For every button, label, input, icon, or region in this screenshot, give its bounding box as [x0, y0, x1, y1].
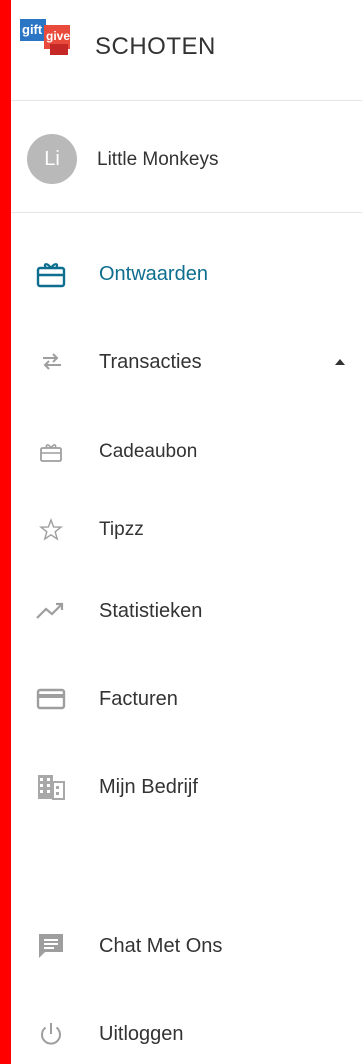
profile-name: Little Monkeys: [97, 149, 219, 170]
sidebar-panel: gift give SCHOTEN Li Little Monkeys Ontw…: [11, 0, 362, 1064]
trending-up-icon: [33, 593, 69, 629]
chevron-up-icon[interactable]: [335, 359, 345, 365]
gift-card-icon: [33, 434, 69, 470]
giftgive-logo[interactable]: gift give: [20, 19, 92, 59]
menu-label-chat: Chat Met Ons: [99, 934, 223, 957]
power-icon: [33, 1016, 69, 1052]
gift-card-icon: [33, 256, 69, 292]
menu-label-statistieken: Statistieken: [99, 599, 203, 622]
logo-text-bottom: give: [46, 29, 70, 43]
header: gift give SCHOTEN: [11, 0, 362, 101]
menu-item-ontwaarden[interactable]: Ontwaarden: [11, 244, 362, 304]
credit-card-icon: [33, 681, 69, 717]
chat-icon: [33, 928, 69, 964]
menu-item-chat[interactable]: Chat Met Ons: [11, 916, 362, 976]
menu-label-cadeaubon: Cadeaubon: [99, 441, 198, 462]
menu-label-transacties: Transacties: [99, 350, 202, 373]
menu-item-mijn-bedrijf[interactable]: Mijn Bedrijf: [11, 757, 362, 817]
building-icon: [33, 769, 69, 805]
user-profile[interactable]: Li Little Monkeys: [11, 101, 362, 213]
avatar: Li: [27, 134, 77, 184]
menu-label-mijn-bedrijf: Mijn Bedrijf: [99, 775, 198, 798]
menu-item-transacties[interactable]: Transacties: [11, 332, 362, 392]
swap-arrows-icon: [33, 344, 69, 380]
organization-title: SCHOTEN: [95, 33, 216, 60]
menu-item-cadeaubon[interactable]: Cadeaubon: [11, 422, 362, 482]
menu-item-tipzz[interactable]: Tipzz: [11, 500, 362, 560]
menu-label-tipzz: Tipzz: [99, 519, 144, 540]
menu-label-facturen: Facturen: [99, 687, 178, 710]
menu-label-ontwaarden: Ontwaarden: [99, 262, 208, 285]
menu-item-uitloggen[interactable]: Uitloggen: [11, 1004, 362, 1064]
menu-label-uitloggen: Uitloggen: [99, 1022, 184, 1045]
menu-item-statistieken[interactable]: Statistieken: [11, 581, 362, 641]
star-icon: [33, 512, 69, 548]
logo-text-top: gift: [22, 22, 43, 37]
menu-item-facturen[interactable]: Facturen: [11, 669, 362, 729]
